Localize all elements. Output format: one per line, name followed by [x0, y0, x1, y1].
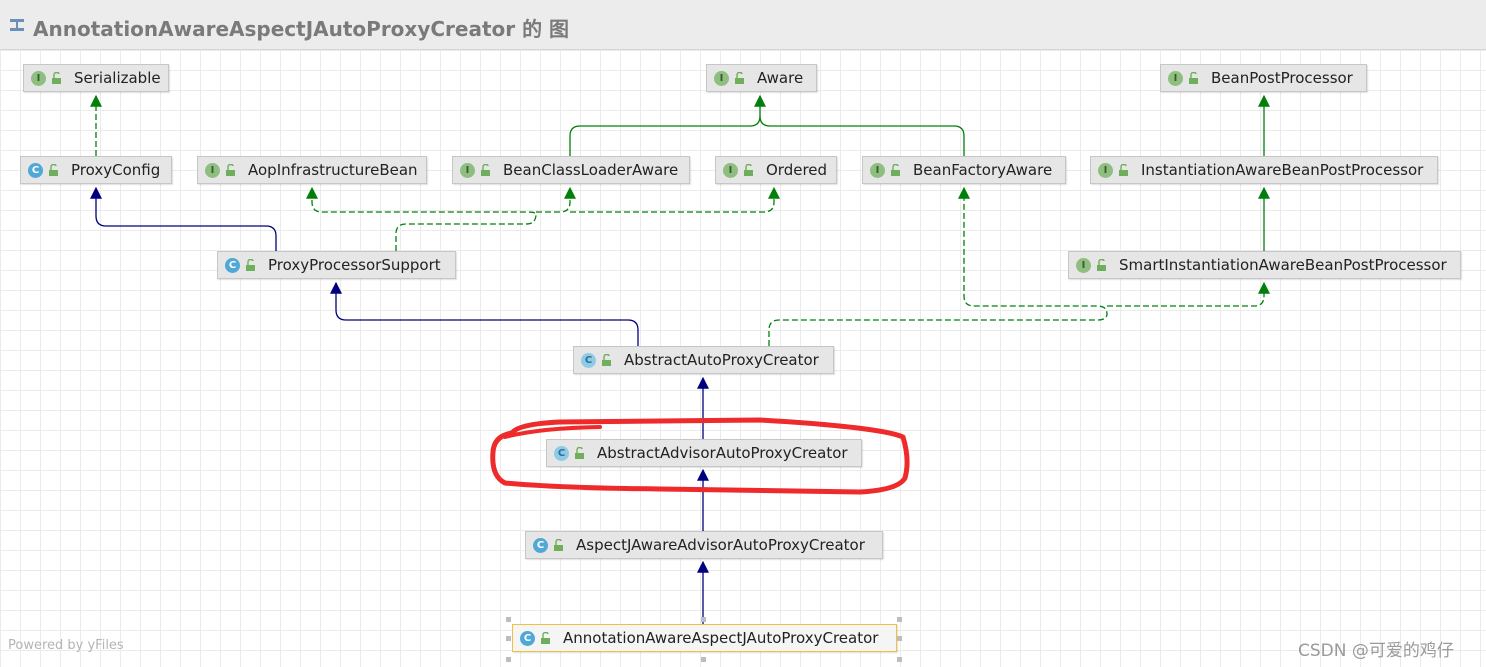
interface-icon: I [460, 162, 475, 178]
interface-icon: I [723, 162, 738, 178]
unlock-icon [554, 539, 563, 551]
watermark: CSDN @可爱的鸡仔 [1298, 641, 1454, 661]
node-label: Aware [757, 69, 804, 87]
interface-icon: I [1098, 162, 1113, 178]
node-proxy-processor-support[interactable]: C ProxyProcessorSupport [217, 251, 456, 279]
unlock-icon [735, 72, 744, 84]
selection-handle[interactable] [701, 617, 706, 622]
node-aware[interactable]: I Aware [706, 64, 817, 92]
node-label: BeanPostProcessor [1211, 69, 1353, 87]
unlock-icon [744, 164, 753, 176]
unlock-icon [226, 164, 235, 176]
class-icon: C [533, 537, 548, 553]
selection-handle[interactable] [897, 617, 902, 622]
interface-icon: I [1168, 70, 1183, 86]
edge-abstractautoproxycreator-beanfactoryaware [768, 186, 1108, 346]
node-label: SmartInstantiationAwareBeanPostProcessor [1119, 256, 1447, 274]
class-icon: C [520, 630, 535, 646]
unlock-icon [49, 164, 58, 176]
unlock-icon [246, 259, 255, 271]
edge-proxyprocessorsupport-beanclassloaderaware [536, 186, 576, 213]
interface-icon: I [1076, 257, 1091, 273]
class-icon: C [225, 257, 240, 273]
selection-handle[interactable] [506, 617, 511, 622]
node-annotation-aware-aspectj-auto-proxy-creator[interactable]: C AnnotationAwareAspectJAutoProxyCreator [512, 624, 897, 652]
node-bean-factory-aware[interactable]: I BeanFactoryAware [862, 156, 1066, 184]
powered-by-label: Powered by yFiles [8, 638, 124, 653]
node-label: ProxyConfig [71, 161, 161, 179]
node-aspectj-aware-advisor-auto-proxy-creator[interactable]: C AspectJAwareAdvisorAutoProxyCreator [525, 531, 883, 559]
node-label: BeanFactoryAware [913, 161, 1053, 179]
node-label: AnnotationAwareAspectJAutoProxyCreator [563, 629, 879, 647]
node-label: Serializable [74, 69, 161, 87]
node-aop-infrastructure-bean[interactable]: I AopInfrastructureBean [197, 156, 427, 184]
edge-abstractautoproxycreator-smartbpp [1107, 281, 1270, 307]
interface-icon: I [205, 162, 220, 178]
unlock-icon [1189, 72, 1198, 84]
selection-handle[interactable] [897, 657, 902, 662]
unlock-icon [1119, 164, 1128, 176]
edge-proxyprocessorsupport-proxyconfig [90, 186, 277, 251]
unlock-icon [891, 164, 900, 176]
node-bean-post-processor[interactable]: I BeanPostProcessor [1160, 64, 1367, 92]
edge-beanfactoryaware-aware [759, 115, 965, 156]
node-ordered[interactable]: I Ordered [715, 156, 837, 184]
unlock-icon [481, 164, 490, 176]
node-label: InstantiationAwareBeanPostProcessor [1141, 161, 1424, 179]
node-smart-instantiation-aware-bpp[interactable]: I SmartInstantiationAwareBeanPostProcess… [1068, 251, 1461, 279]
edge-proxyprocessorsupport-ordered [570, 186, 780, 213]
node-abstract-auto-proxy-creator[interactable]: C AbstractAutoProxyCreator [573, 346, 834, 374]
node-serializable[interactable]: I Serializable [23, 64, 169, 92]
class-icon: C [28, 162, 43, 178]
node-bean-class-loader-aware[interactable]: I BeanClassLoaderAware [452, 156, 690, 184]
interface-icon: I [31, 70, 46, 86]
unlock-icon [1097, 259, 1106, 271]
interface-icon: I [870, 162, 885, 178]
edge-proxyprocessorsupport-aopinfrastructurebean [306, 186, 537, 251]
node-label: ProxyProcessorSupport [268, 256, 441, 274]
selection-handle[interactable] [701, 657, 706, 662]
abstract-class-icon: C [581, 352, 596, 368]
selection-handle[interactable] [506, 657, 511, 662]
unlock-icon [602, 354, 611, 366]
edge-beanclassloaderaware-aware [569, 94, 766, 156]
node-label: Ordered [766, 161, 828, 179]
edges-layer [90, 94, 1270, 624]
selection-handle[interactable] [506, 636, 511, 641]
unlock-icon [52, 72, 61, 84]
abstract-class-icon: C [554, 445, 569, 461]
node-instantiation-aware-bpp[interactable]: I InstantiationAwareBeanPostProcessor [1090, 156, 1438, 184]
node-label: BeanClassLoaderAware [503, 161, 679, 179]
node-label: AopInfrastructureBean [248, 161, 418, 179]
unlock-icon [575, 447, 584, 459]
node-label: AspectJAwareAdvisorAutoProxyCreator [576, 536, 865, 554]
node-abstract-advisor-auto-proxy-creator[interactable]: C AbstractAdvisorAutoProxyCreator [546, 439, 862, 467]
selection-handle[interactable] [897, 636, 902, 641]
node-label: AbstractAutoProxyCreator [624, 351, 819, 369]
node-label: AbstractAdvisorAutoProxyCreator [597, 444, 848, 462]
unlock-icon [541, 632, 550, 644]
interface-icon: I [714, 70, 729, 86]
edge-abstractautoproxycreator-proxyprocessorsupport [330, 281, 639, 346]
node-proxy-config[interactable]: C ProxyConfig [20, 156, 172, 184]
